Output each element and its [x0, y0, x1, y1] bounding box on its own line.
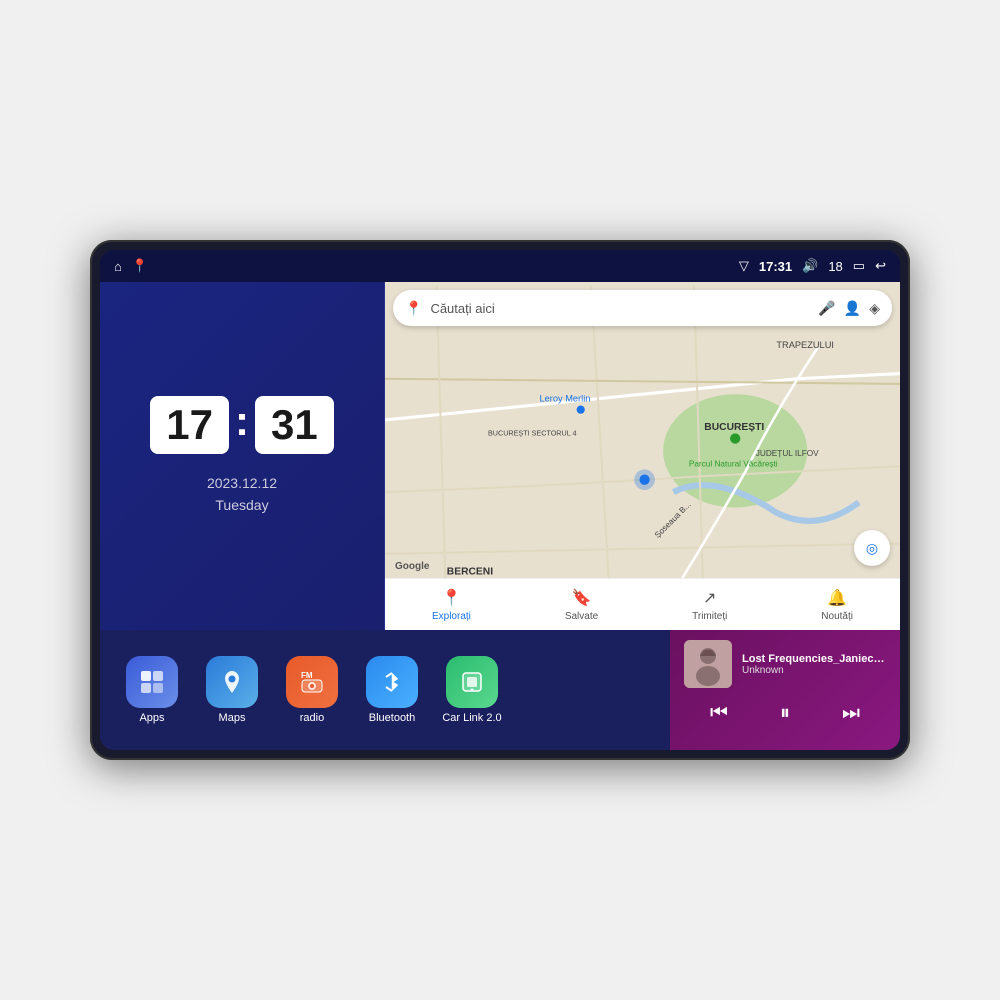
next-button[interactable]: ⏭	[834, 698, 868, 729]
apps-label: Apps	[139, 712, 164, 724]
clock-minute: 31	[255, 396, 334, 454]
map-bottom-bar: 📍 Explorați 🔖 Salvate ↗ Trimiteți 🔔	[385, 578, 900, 630]
account-icon[interactable]: 👤	[844, 300, 861, 317]
explore-icon: 📍	[441, 588, 461, 608]
radio-icon: FM	[286, 656, 338, 708]
svg-text:BERCENI: BERCENI	[447, 566, 493, 577]
radio-label: radio	[300, 712, 324, 724]
saved-icon: 🔖	[572, 588, 592, 608]
app-item-radio[interactable]: FM radio	[276, 656, 348, 724]
status-right: ▽ 17:31 🔊 18 ▭ ↩	[739, 258, 886, 274]
music-title: Lost Frequencies_Janieck Devy-...	[742, 653, 886, 665]
maps-label: Maps	[219, 712, 246, 724]
map-nav-share[interactable]: ↗ Trimiteți	[692, 588, 727, 622]
album-image	[684, 640, 732, 688]
music-artist: Unknown	[742, 665, 886, 676]
battery-icon: ▭	[853, 258, 865, 274]
music-info-row: Lost Frequencies_Janieck Devy-... Unknow…	[684, 640, 886, 688]
music-panel: Lost Frequencies_Janieck Devy-... Unknow…	[670, 630, 900, 750]
saved-label: Salvate	[565, 611, 598, 622]
news-label: Noutăți	[821, 611, 853, 622]
map-nav-saved[interactable]: 🔖 Salvate	[565, 588, 598, 622]
app-item-maps[interactable]: Maps	[196, 656, 268, 724]
map-search-icons: 🎤 👤 ◈	[818, 300, 880, 317]
clock-display: 17 : 31	[150, 396, 333, 454]
status-bar: ⌂ 📍 ▽ 17:31 🔊 18 ▭ ↩	[100, 250, 900, 282]
clock-panel: 17 : 31 2023.12.12 Tuesday	[100, 282, 385, 630]
map-nav-news[interactable]: 🔔 Noutăți	[821, 588, 853, 622]
svg-text:JUDEȚUL ILFOV: JUDEȚUL ILFOV	[756, 449, 819, 458]
voice-search-icon[interactable]: 🎤	[818, 300, 835, 317]
svg-text:TRAPEZULUI: TRAPEZULUI	[776, 340, 834, 350]
svg-text:FM: FM	[301, 671, 313, 680]
news-icon: 🔔	[827, 588, 847, 608]
prev-button[interactable]: ⏮	[702, 698, 736, 729]
layers-icon[interactable]: ◈	[869, 300, 880, 317]
clock-colon: :	[235, 397, 249, 445]
svg-text:BUCUREȘTI SECTORUL 4: BUCUREȘTI SECTORUL 4	[488, 428, 576, 437]
location-button[interactable]: ◎	[854, 530, 890, 566]
location-icon: ◎	[866, 540, 878, 557]
map-search-bar[interactable]: 📍 Căutați aici 🎤 👤 ◈	[393, 290, 892, 326]
google-maps-logo-icon: 📍	[405, 300, 422, 317]
map-search-text[interactable]: Căutați aici	[430, 301, 810, 316]
volume-icon[interactable]: 🔊	[802, 258, 818, 274]
carlink-icon	[446, 656, 498, 708]
app-item-bluetooth[interactable]: Bluetooth	[356, 656, 428, 724]
svg-text:Leroy Merlin: Leroy Merlin	[540, 393, 591, 403]
map-nav-explore[interactable]: 📍 Explorați	[432, 588, 471, 622]
explore-label: Explorați	[432, 611, 471, 622]
main-content: 17 : 31 2023.12.12 Tuesday	[100, 282, 900, 750]
bottom-section: Apps Maps	[100, 630, 900, 750]
apps-icon	[126, 656, 178, 708]
google-logo: Google	[395, 561, 429, 572]
device-screen: ⌂ 📍 ▽ 17:31 🔊 18 ▭ ↩ 17 :	[100, 250, 900, 750]
map-panel[interactable]: BERCENI BUCUREȘTI JUDEȚUL ILFOV TRAPEZUL…	[385, 282, 900, 630]
status-time: 17:31	[759, 259, 792, 274]
music-track-info: Lost Frequencies_Janieck Devy-... Unknow…	[742, 653, 886, 676]
svg-text:BUCUREȘTI: BUCUREȘTI	[704, 422, 764, 433]
share-icon: ↗	[703, 588, 716, 608]
status-left: ⌂ 📍	[114, 258, 148, 274]
app-item-carlink[interactable]: Car Link 2.0	[436, 656, 508, 724]
apps-row: Apps Maps	[100, 630, 670, 750]
top-section: 17 : 31 2023.12.12 Tuesday	[100, 282, 900, 630]
clock-hour: 17	[150, 396, 229, 454]
svg-text:Parcul Natural Văcărești: Parcul Natural Văcărești	[689, 459, 778, 468]
bluetooth-icon	[366, 656, 418, 708]
device: ⌂ 📍 ▽ 17:31 🔊 18 ▭ ↩ 17 :	[90, 240, 910, 760]
share-label: Trimiteți	[692, 611, 727, 622]
home-icon[interactable]: ⌂	[114, 259, 122, 274]
bluetooth-label: Bluetooth	[369, 712, 415, 724]
play-pause-button[interactable]: ⏸	[772, 698, 798, 729]
maps-app-icon	[206, 656, 258, 708]
app-item-apps[interactable]: Apps	[116, 656, 188, 724]
signal-icon: ▽	[739, 258, 749, 274]
back-icon[interactable]: ↩	[875, 258, 886, 274]
music-album-art	[684, 640, 732, 688]
carlink-label: Car Link 2.0	[442, 712, 501, 724]
maps-icon[interactable]: 📍	[132, 258, 148, 274]
music-controls: ⏮ ⏸ ⏭	[684, 698, 886, 729]
volume-level: 18	[828, 259, 842, 274]
clock-date: 2023.12.12 Tuesday	[207, 472, 277, 517]
